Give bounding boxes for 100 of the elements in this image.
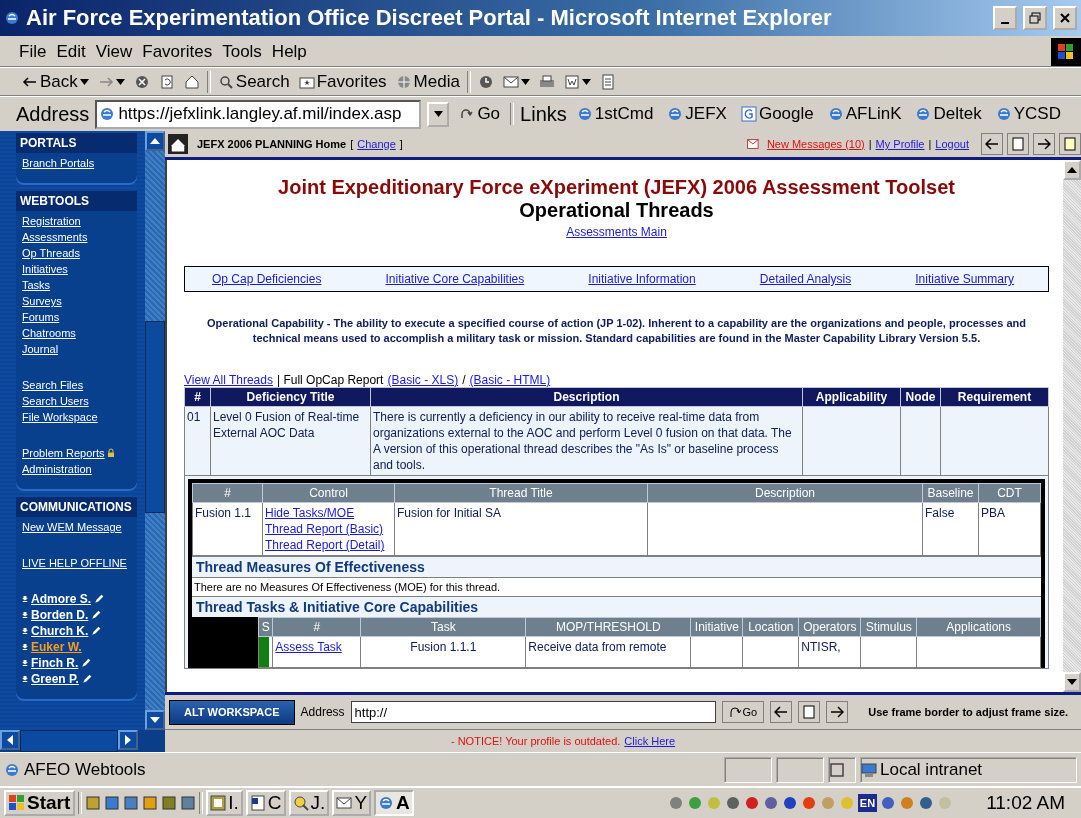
nav-link[interactable]: Initiative Summary <box>915 272 1014 286</box>
home-icon <box>183 74 200 90</box>
scroll-thumb[interactable] <box>20 730 118 752</box>
favorite-link[interactable]: AFLinK <box>823 104 906 124</box>
column-header: # <box>192 483 263 503</box>
sidebar-link[interactable]: Search Files <box>22 377 84 393</box>
nav-link[interactable]: Initiative Information <box>588 272 696 286</box>
status-pane <box>724 756 772 783</box>
dropdown-button[interactable] <box>427 101 450 127</box>
scroll-left-button[interactable] <box>0 730 20 750</box>
user-link[interactable]: Euker W. <box>31 639 82 655</box>
right-arrow-icon <box>125 735 131 745</box>
restore-button[interactable] <box>1023 6 1047 30</box>
nav-link[interactable]: Detailed Analysis <box>759 272 852 286</box>
caret-icon <box>520 79 530 85</box>
help-button[interactable] <box>1059 133 1081 155</box>
control-link[interactable]: Thread Report (Basic) <box>265 522 384 536</box>
page-icon <box>4 761 20 778</box>
menu-item[interactable]: Tools <box>217 41 267 62</box>
taskbar-button[interactable]: A <box>374 790 414 816</box>
close-button[interactable] <box>1053 6 1077 30</box>
control-link[interactable]: Hide Tasks/MOE <box>265 506 355 520</box>
sidebar-link[interactable]: File Workspace <box>22 409 98 425</box>
favorites-button[interactable]: Favorites <box>296 70 389 94</box>
report-link[interactable]: View All Threads <box>184 373 273 387</box>
go-arrow-icon <box>728 706 741 718</box>
sidebar-link[interactable]: Forums <box>22 309 60 325</box>
user-link[interactable]: Church K. <box>31 623 89 639</box>
column-header: Baseline <box>922 483 979 503</box>
menu-item[interactable]: File <box>14 41 52 62</box>
change-link[interactable]: Change <box>357 138 396 150</box>
user-link[interactable]: Borden D. <box>31 607 89 623</box>
control-link[interactable]: Thread Report (Detail) <box>265 538 385 552</box>
back-button[interactable]: Back <box>20 70 91 94</box>
ie-icon <box>667 106 684 122</box>
back-button[interactable] <box>770 701 793 723</box>
user-link[interactable]: Finch R. <box>31 655 79 671</box>
taskbar-button[interactable]: C <box>245 790 286 816</box>
favorite-link[interactable]: JEFX <box>663 104 731 124</box>
user-link[interactable]: Green P. <box>31 671 79 687</box>
taskbar-button[interactable]: I. <box>206 790 243 816</box>
sidebar-link[interactable]: Chatrooms <box>22 325 76 341</box>
sidebar-link[interactable]: Search Users <box>22 393 89 409</box>
notice-link[interactable]: Click Here <box>624 735 676 747</box>
sidebar-link[interactable]: Initiatives <box>22 261 68 277</box>
sidebar-link[interactable]: Assessments <box>22 229 88 245</box>
column-header: Description <box>647 483 923 503</box>
person-icon <box>22 626 28 636</box>
tray-icon <box>899 795 916 811</box>
favorite-link[interactable]: Deltek <box>911 104 986 124</box>
menu-item[interactable]: Favorites <box>137 41 218 62</box>
sidebar-link[interactable]: New WEM Message <box>22 519 122 535</box>
refresh-button[interactable] <box>1007 133 1029 155</box>
zone-pane: Local intranet <box>860 756 1077 783</box>
search-button[interactable]: Search <box>215 70 292 94</box>
scroll-right-button[interactable] <box>118 730 138 750</box>
media-button[interactable]: Media <box>393 70 462 94</box>
sidebar-link[interactable]: Op Threads <box>22 245 80 261</box>
sidebar-link[interactable]: Registration <box>22 213 81 229</box>
sidebar-link[interactable]: LIVE HELP OFFLINE <box>22 555 127 571</box>
language-indicator[interactable]: EN <box>857 794 878 812</box>
sidebar-link[interactable]: Tasks <box>22 277 51 293</box>
favorite-link[interactable]: Google <box>736 104 818 124</box>
taskbar-button[interactable]: J. <box>288 790 330 816</box>
sidebar-link[interactable]: Surveys <box>22 293 62 309</box>
favorite-link[interactable]: YCSD <box>991 104 1065 124</box>
sidebar-link[interactable]: Journal <box>22 341 59 357</box>
scroll-thumb[interactable] <box>145 321 165 513</box>
minimize-button[interactable] <box>993 6 1017 30</box>
go-button[interactable]: Go <box>721 701 765 723</box>
person-icon <box>22 658 28 668</box>
assessments-link[interactable]: Assessments Main <box>566 225 667 239</box>
forward-button[interactable] <box>826 701 849 723</box>
nav-link[interactable]: Op Cap Deficiencies <box>212 272 322 286</box>
taskbar-button[interactable]: Y <box>332 790 372 816</box>
forward-button[interactable] <box>1033 133 1055 155</box>
back-button[interactable] <box>981 133 1003 155</box>
alt-workspace-button[interactable]: ALT WORKSPACE <box>169 699 295 725</box>
menu-item[interactable]: Help <box>266 41 312 62</box>
address-field[interactable]: https://jefxlink.langley.af.mil/index.asp <box>95 99 422 129</box>
g-logo-icon <box>740 106 757 122</box>
column-header: Description <box>370 387 803 407</box>
menu-item[interactable]: View <box>90 41 138 62</box>
go-button[interactable]: Go <box>455 104 505 124</box>
refresh-button[interactable] <box>798 701 821 723</box>
menu-item[interactable]: Edit <box>51 41 91 62</box>
user-link[interactable]: Admore S. <box>31 591 91 607</box>
sidebar-link[interactable]: Branch Portals <box>22 155 95 171</box>
start-button[interactable]: Start <box>4 790 76 816</box>
sidebar-link[interactable]: Administration <box>22 461 92 477</box>
report-link[interactable]: (Basic - XLS) <box>387 373 459 387</box>
address-field[interactable]: http:// <box>350 701 716 723</box>
scroll-down-button[interactable] <box>145 710 165 730</box>
favorite-link[interactable]: 1stCmd <box>572 104 658 124</box>
scroll-up-button[interactable] <box>145 131 165 151</box>
nav-link[interactable]: Initiative Core Capabilities <box>385 272 525 286</box>
report-link[interactable]: (Basic - HTML) <box>469 373 551 387</box>
sidebar-link[interactable]: Problem Reports <box>22 445 105 461</box>
logout-link[interactable]: Logout <box>935 138 969 150</box>
profile-link[interactable]: My Profile <box>875 138 925 150</box>
